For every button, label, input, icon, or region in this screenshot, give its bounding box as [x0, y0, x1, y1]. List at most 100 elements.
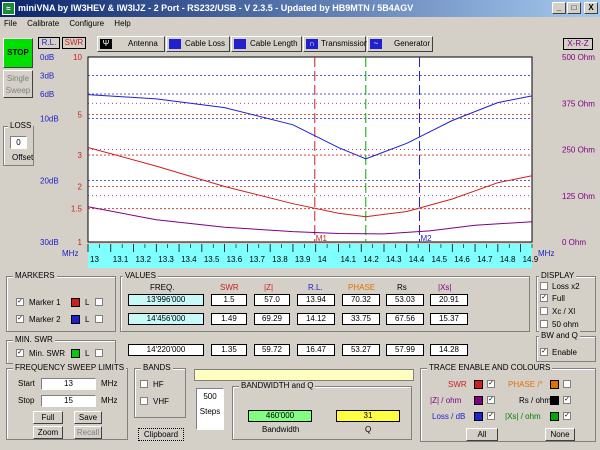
min-swr-l-checkbox[interactable] [95, 349, 103, 357]
loss-x2-label: Loss x2 [552, 282, 580, 291]
marker2-color[interactable] [71, 315, 80, 324]
marker2-l-checkbox[interactable] [95, 315, 103, 323]
trace-swr-color[interactable] [474, 380, 483, 389]
marker1-l-checkbox[interactable] [95, 298, 103, 306]
min-swr-color[interactable] [71, 349, 80, 358]
m2-phase: 33.75 [342, 313, 380, 325]
tab-cable-length-label: Cable Length [250, 39, 298, 48]
vhf-label: VHF [153, 397, 169, 406]
tab-cable-loss[interactable]: Cable Loss [166, 36, 230, 52]
marker2-checkbox[interactable]: ✓ [16, 315, 24, 323]
trace-z-color[interactable] [474, 396, 483, 405]
ohm-tick-label: 125 Ohm [562, 192, 595, 201]
trace-phase-checkbox[interactable] [563, 380, 571, 388]
marker1-checkbox[interactable]: ✓ [16, 298, 24, 306]
bw-enable-label: Enable [552, 348, 577, 357]
x-tick-label: 13.3 [158, 255, 174, 264]
trace-swr-label: SWR [448, 380, 467, 389]
full-label: Full [552, 294, 565, 303]
50-ohm-checkbox[interactable] [540, 320, 548, 328]
recall-button[interactable]: Recall [74, 426, 102, 439]
start-input[interactable]: 13 [41, 378, 96, 390]
full-button[interactable]: Full [33, 411, 63, 424]
trace-loss-checkbox[interactable]: ✓ [487, 412, 495, 420]
marker1-color[interactable] [71, 298, 80, 307]
x-tick-label: 14.1 [340, 255, 356, 264]
steps-label: Steps [199, 407, 221, 416]
rl-tick-label: 0dB [40, 53, 54, 62]
header-z: |Z| [264, 283, 274, 292]
trace-swr-checkbox[interactable]: ✓ [487, 380, 495, 388]
minimize-button[interactable]: _ [552, 2, 566, 14]
zoom-button[interactable]: Zoom [33, 426, 63, 439]
tab-generator[interactable]: ~ Generator [367, 36, 433, 52]
m2-freq: 14'456'000 [128, 313, 204, 325]
rl-axis-toggle[interactable]: R.L. [38, 37, 60, 49]
m1-freq: 13'996'000 [128, 294, 204, 306]
m1-z: 57.0 [254, 294, 290, 306]
min-swr-checkbox[interactable]: ✓ [16, 349, 24, 357]
trace-z-checkbox[interactable]: ✓ [487, 396, 495, 404]
menu-configure[interactable]: Configure [65, 19, 108, 28]
close-button[interactable]: X [584, 2, 598, 14]
window-title: miniVNA by IW3HEV & IW3IJZ - 2 Port - RS… [18, 3, 414, 13]
menu-help[interactable]: Help [110, 19, 134, 28]
marker2-label: Marker 2 [29, 315, 61, 324]
x-tick-label: 13 [90, 255, 99, 264]
stop-unit: MHz [101, 396, 118, 405]
ohm-tick-label: 375 Ohm [562, 99, 595, 108]
tab-cable-length[interactable]: Cable Length [231, 36, 302, 52]
stop-input[interactable]: 15 [41, 395, 96, 407]
min-z: 59.72 [254, 344, 290, 356]
bw-enable-checkbox[interactable]: ✓ [540, 348, 548, 356]
ohm-tick-label: 500 Ohm [562, 53, 595, 62]
x-unit-right: MHz [538, 249, 554, 258]
trace-loss-color[interactable] [474, 412, 483, 421]
swr-tick-label: 5 [78, 110, 83, 119]
tab-transmission[interactable]: ∩ Transmission [303, 36, 368, 52]
save-button[interactable]: Save [74, 411, 102, 424]
x-tick-label: 13.2 [136, 255, 152, 264]
tab-antenna[interactable]: Ψ Antenna [97, 36, 165, 52]
rl-tick-label: 6dB [40, 90, 54, 99]
min-rs: 57.99 [386, 344, 424, 356]
display-title: DISPLAY [539, 271, 577, 280]
swr-axis-toggle[interactable]: SWR [62, 37, 86, 49]
bandwidth-value: 460'000 [248, 410, 312, 422]
x-tick-label: 14.6 [454, 255, 470, 264]
chart: 0dB 3dB 6dB 10dB 20dB 30dB 10 5 3 2 1.5 1 500 Ohm 375… [40, 53, 595, 268]
x-tick-label: 14.9 [523, 255, 539, 264]
none-button[interactable]: None [545, 428, 575, 441]
x-tick-label: 13.4 [181, 255, 197, 264]
menu-calibrate[interactable]: Calibrate [23, 19, 63, 28]
header-swr: SWR [220, 283, 239, 292]
m1-rs: 53.03 [386, 294, 424, 306]
trace-xs-label: |Xs| / ohm [505, 412, 541, 421]
vhf-checkbox[interactable] [140, 397, 148, 405]
min-swr-value: 1.35 [211, 344, 247, 356]
header-rl: R.L. [308, 283, 323, 292]
swr-tick-label: 10 [73, 53, 82, 62]
xc-xl-checkbox[interactable] [540, 307, 548, 315]
full-checkbox[interactable]: ✓ [540, 294, 548, 302]
loss-x2-checkbox[interactable] [540, 282, 548, 290]
trace-phase-color[interactable] [550, 380, 559, 389]
steps-value[interactable]: 500 [199, 392, 221, 401]
all-button[interactable]: All [466, 428, 498, 441]
title-bar: ≈ miniVNA by IW3HEV & IW3IJZ - 2 Port - … [0, 0, 600, 17]
cable-length-icon [234, 39, 246, 49]
xrz-axis-toggle[interactable]: X-R-Z [563, 38, 593, 50]
trace-rs-checkbox[interactable]: ✓ [563, 396, 571, 404]
clipboard-button[interactable]: Clipboard [138, 428, 184, 441]
trace-xs-checkbox[interactable]: ✓ [563, 412, 571, 420]
m2-z: 69.29 [254, 313, 290, 325]
m1-xs: 20.91 [430, 294, 468, 306]
min-xs: 14.28 [430, 344, 468, 356]
marker1-l-label: L [85, 298, 90, 307]
maximize-button[interactable]: □ [567, 2, 581, 14]
trace-xs-color[interactable] [550, 412, 559, 421]
menu-file[interactable]: File [0, 19, 21, 28]
hf-checkbox[interactable] [140, 380, 148, 388]
trace-rs-color[interactable] [550, 396, 559, 405]
50-ohm-label: 50 ohm [552, 320, 579, 329]
